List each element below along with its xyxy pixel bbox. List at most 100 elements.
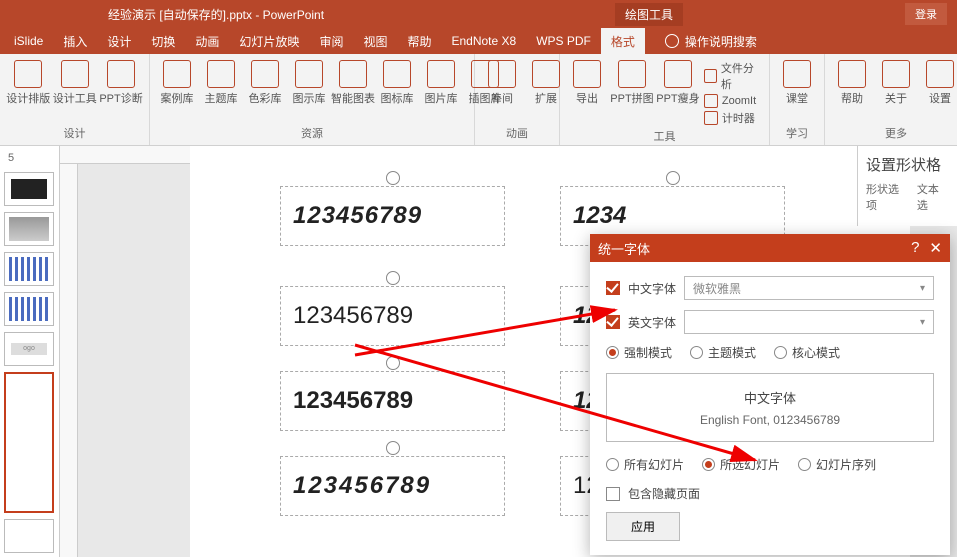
- tab-format[interactable]: 格式: [601, 28, 645, 55]
- select-cn-font[interactable]: 微软雅黑▾: [684, 276, 934, 300]
- case-icon: [163, 60, 191, 88]
- btn-timer[interactable]: 计时器: [704, 110, 761, 126]
- btn-about[interactable]: 关于: [877, 60, 915, 106]
- ruler-vertical: [60, 164, 78, 557]
- rotate-handle-icon[interactable]: [386, 441, 400, 455]
- radio-all-slides[interactable]: 所有幻灯片: [606, 456, 684, 473]
- textbox-a2[interactable]: 123456789: [280, 286, 505, 346]
- rotate-handle-icon[interactable]: [666, 171, 680, 185]
- iconlib-icon: [383, 60, 411, 88]
- thumb-7[interactable]: [4, 519, 54, 553]
- btn-ppt-slim[interactable]: PPT瘦身: [658, 60, 698, 106]
- radio-slide-sequence[interactable]: 幻灯片序列: [798, 456, 876, 473]
- rotate-handle-icon[interactable]: [386, 271, 400, 285]
- select-en-font[interactable]: ▾: [684, 310, 934, 334]
- rotate-handle-icon[interactable]: [386, 356, 400, 370]
- extend-icon: [532, 60, 560, 88]
- tab-insert[interactable]: 插入: [53, 28, 97, 55]
- btn-design-layout[interactable]: 设计排版: [8, 60, 49, 106]
- checkbox-cn-font[interactable]: [606, 281, 620, 295]
- radio-selected-slides[interactable]: 所选幻灯片: [702, 456, 780, 473]
- tab-wpspdf[interactable]: WPS PDF: [526, 29, 601, 53]
- tab-view[interactable]: 视图: [353, 28, 397, 55]
- diagram-icon: [295, 60, 323, 88]
- group-label: 工具: [568, 126, 761, 146]
- group-label: 更多: [833, 123, 957, 143]
- btn-help[interactable]: 帮助: [833, 60, 871, 106]
- slim-icon: [664, 60, 692, 88]
- label-hidden-pages: 包含隐藏页面: [628, 485, 700, 502]
- about-icon: [882, 60, 910, 88]
- checkbox-hidden-pages[interactable]: [606, 487, 620, 501]
- btn-image-lib[interactable]: 图片库: [422, 60, 460, 106]
- bulb-icon: [665, 34, 679, 48]
- radio-theme-mode[interactable]: 主题模式: [690, 344, 756, 361]
- btn-color-lib[interactable]: 色彩库: [246, 60, 284, 106]
- textbox-a1[interactable]: 123456789: [280, 186, 505, 246]
- thumb-5[interactable]: ogo: [4, 332, 54, 366]
- btn-theme-lib[interactable]: 主题库: [202, 60, 240, 106]
- diag-icon: [107, 60, 135, 88]
- radio-icon: [606, 458, 619, 471]
- thumb-2[interactable]: [4, 212, 54, 246]
- close-icon[interactable]: ✕: [929, 239, 942, 257]
- login-button[interactable]: 登录: [905, 3, 947, 25]
- btn-zoomit[interactable]: ZoomIt: [704, 94, 761, 108]
- btn-file-analysis[interactable]: 文件分析: [704, 60, 761, 92]
- dialog-titlebar[interactable]: 统一字体 ? ✕: [590, 234, 950, 262]
- textbox-a4[interactable]: 123456789: [280, 456, 505, 516]
- btn-icon-lib[interactable]: 图标库: [378, 60, 416, 106]
- btn-classroom[interactable]: 课堂: [778, 60, 816, 106]
- chart-icon: [339, 60, 367, 88]
- help-icon[interactable]: ?: [911, 239, 919, 257]
- timer-icon: [704, 111, 718, 125]
- dialog-body: 中文字体 微软雅黑▾ 英文字体 ▾ 强制模式 主题模式 核心模式 中文字体 En…: [590, 262, 950, 555]
- format-shape-panel: 设置形状格 形状选项 文本选: [857, 146, 957, 226]
- radio-icon: [774, 346, 787, 359]
- thumb-4[interactable]: [4, 292, 54, 326]
- rotate-handle-icon[interactable]: [386, 171, 400, 185]
- btn-smart-chart[interactable]: 智能图表: [334, 60, 372, 106]
- tell-me-search[interactable]: 操作说明搜索: [665, 33, 757, 50]
- radio-force-mode[interactable]: 强制模式: [606, 344, 672, 361]
- tab-help[interactable]: 帮助: [397, 28, 441, 55]
- tab-design[interactable]: 设计: [97, 28, 141, 55]
- ribbon-group-anim: 补间 扩展 动画: [475, 54, 560, 145]
- slide-panel[interactable]: 5 ogo: [0, 146, 60, 557]
- tab-slideshow[interactable]: 幻灯片放映: [229, 28, 309, 55]
- title-bar: 经验演示 [自动保存的].pptx - PowerPoint 绘图工具 登录: [0, 0, 957, 28]
- thumb-1[interactable]: [4, 172, 54, 206]
- panel-tab-text[interactable]: 文本选: [917, 181, 949, 213]
- apply-button[interactable]: 应用: [606, 512, 680, 541]
- image-icon: [427, 60, 455, 88]
- radio-icon: [702, 458, 715, 471]
- tab-review[interactable]: 审阅: [309, 28, 353, 55]
- collage-icon: [618, 60, 646, 88]
- btn-ppt-collage[interactable]: PPT拼图: [612, 60, 652, 106]
- context-tab-label[interactable]: 绘图工具: [615, 3, 683, 26]
- btn-export[interactable]: 导出: [568, 60, 606, 106]
- preview-cn: 中文字体: [621, 388, 919, 407]
- panel-tab-shape[interactable]: 形状选项: [866, 181, 909, 213]
- tab-transition[interactable]: 切换: [141, 28, 185, 55]
- radio-icon: [606, 346, 619, 359]
- btn-settings[interactable]: 设置: [921, 60, 957, 106]
- btn-diagram-lib[interactable]: 图示库: [290, 60, 328, 106]
- thumb-3[interactable]: [4, 252, 54, 286]
- tween-icon: [488, 60, 516, 88]
- ribbon-group-resource: 案例库 主题库 色彩库 图示库 智能图表 图标库 图片库 插图库 资源: [150, 54, 475, 145]
- gear-icon: [926, 60, 954, 88]
- thumb-6-selected[interactable]: [4, 372, 54, 513]
- btn-case-lib[interactable]: 案例库: [158, 60, 196, 106]
- btn-tween[interactable]: 补间: [483, 60, 521, 106]
- btn-design-tools[interactable]: 设计工具: [55, 60, 96, 106]
- textbox-a3[interactable]: 123456789: [280, 371, 505, 431]
- tab-animation[interactable]: 动画: [185, 28, 229, 55]
- tab-islide[interactable]: iSlide: [4, 29, 53, 53]
- tab-endnote[interactable]: EndNote X8: [441, 29, 526, 53]
- radio-core-mode[interactable]: 核心模式: [774, 344, 840, 361]
- checkbox-en-font[interactable]: [606, 315, 620, 329]
- btn-ppt-diag[interactable]: PPT诊断: [101, 60, 141, 106]
- unify-font-dialog: 统一字体 ? ✕ 中文字体 微软雅黑▾ 英文字体 ▾ 强制模式 主题模式 核心模…: [590, 234, 950, 555]
- file-icon: [704, 69, 717, 83]
